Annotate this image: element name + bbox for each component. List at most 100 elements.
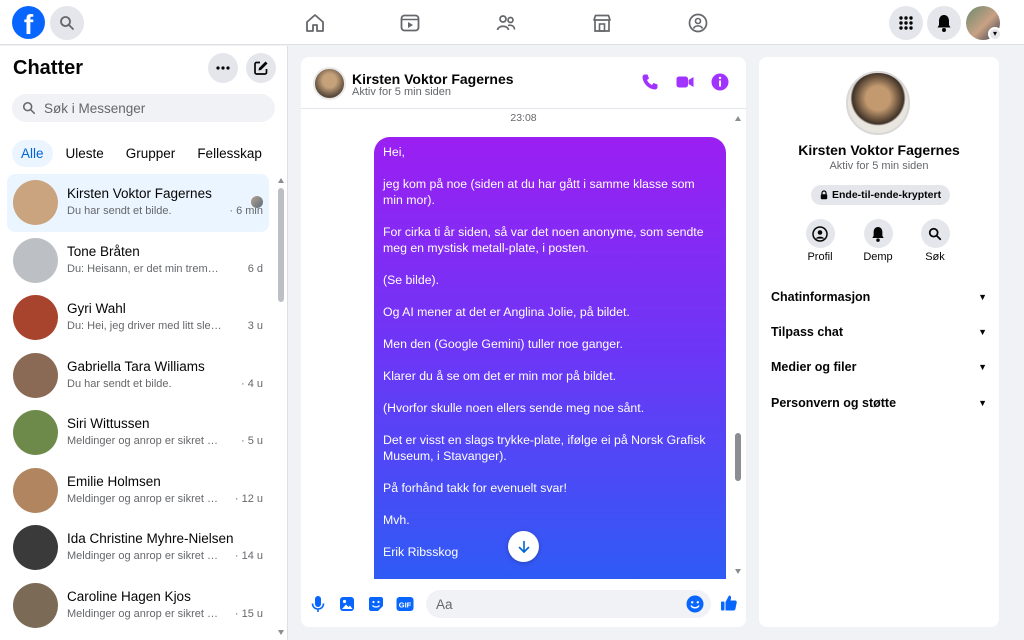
- options-button[interactable]: [208, 53, 238, 83]
- chat-item-gyri[interactable]: Gyri Wahl Du: Hei, jeg driver med litt s…: [7, 289, 269, 347]
- more-options-icon: [216, 66, 230, 70]
- chat-name: Kirsten Voktor Fagernes: [67, 186, 212, 201]
- scroll-up-arrow[interactable]: [735, 116, 741, 121]
- section-label: Personvern og støtte: [771, 396, 897, 410]
- message-input[interactable]: Aa: [426, 590, 711, 618]
- voice-clip-button[interactable]: [309, 595, 327, 613]
- gif-icon: GIF: [396, 597, 414, 611]
- sidebar-title: Chatter: [13, 57, 84, 79]
- search-action-label: Søk: [925, 251, 945, 263]
- emoji-icon[interactable]: [686, 595, 704, 613]
- chat-name: Caroline Hagen Kjos: [67, 588, 191, 604]
- details-contact-name: Kirsten Voktor Fagernes: [798, 142, 960, 158]
- section-chat-info[interactable]: Chatinformasjon ▼: [771, 287, 987, 307]
- filter-communities[interactable]: Fellesskap: [188, 140, 271, 167]
- new-message-button[interactable]: [246, 53, 276, 83]
- chat-list: Kirsten Voktor Fagernes Du har sendt et …: [7, 174, 269, 634]
- like-button[interactable]: [719, 593, 739, 613]
- details-contact-status: Aktiv for 5 min siden: [829, 160, 929, 172]
- nav-home[interactable]: [303, 11, 327, 35]
- nav-marketplace[interactable]: [590, 11, 614, 35]
- filter-all[interactable]: Alle: [12, 140, 53, 167]
- chat-item-kirsten[interactable]: Kirsten Voktor Fagernes Du har sendt et …: [7, 174, 269, 232]
- message-paragraph: Klarer du å se om det er min mor på bild…: [383, 369, 617, 383]
- encryption-badge[interactable]: Ende-til-ende-kryptert: [811, 185, 951, 205]
- seen-avatar: [251, 196, 263, 208]
- chat-item-ida[interactable]: Ida Christine Myhre-Nielsen Meldinger og…: [7, 519, 269, 577]
- message-paragraph: Det er visst en slags trykke-plate, iføl…: [383, 433, 706, 463]
- nav-groups[interactable]: [686, 11, 710, 35]
- chat-name: Gyri Wahl: [67, 301, 126, 316]
- chats-sidebar: Chatter Søk i Messenger Alle Uleste Grup…: [0, 46, 288, 640]
- search-icon: [22, 101, 36, 115]
- scroll-to-bottom-button[interactable]: [508, 531, 539, 562]
- chat-item-tone[interactable]: Tone Bråten Du: Heisann, er det min trem…: [7, 232, 269, 290]
- conversation-info-button[interactable]: [710, 72, 730, 92]
- marketplace-icon: [593, 14, 611, 32]
- contact-name[interactable]: Kirsten Voktor Fagernes: [352, 71, 514, 87]
- chat-item-gabriella[interactable]: Gabriella Tara Williams Du har sendt et …: [7, 347, 269, 405]
- profile-icon: [812, 225, 828, 242]
- search-button[interactable]: [50, 6, 84, 40]
- groups-icon: [688, 13, 708, 33]
- avatar: [13, 295, 58, 340]
- gif-button[interactable]: GIF: [396, 595, 414, 613]
- section-privacy-support[interactable]: Personvern og støtte ▼: [771, 393, 987, 413]
- microphone-icon: [311, 596, 325, 612]
- scroll-down-arrow[interactable]: [278, 630, 284, 635]
- nav-friends[interactable]: [494, 11, 518, 35]
- chat-item-emilie[interactable]: Emilie Holmsen Meldinger og anrop er sik…: [7, 462, 269, 520]
- chat-preview: Du har sendt et bilde. · 4 u: [67, 377, 263, 390]
- profile-action-label: Profil: [807, 251, 833, 263]
- mute-action[interactable]: Demp: [853, 219, 903, 263]
- top-navigation-bar: f ▾: [0, 0, 1024, 45]
- chat-name: Tone Bråten: [67, 243, 140, 259]
- nav-video[interactable]: [398, 11, 422, 35]
- facebook-logo[interactable]: f: [12, 6, 45, 39]
- chat-preview: Du: Hei, jeg driver med litt slektsfo...…: [67, 320, 263, 332]
- menu-button[interactable]: [889, 6, 923, 40]
- home-icon: [306, 14, 324, 32]
- arrow-down-icon: [518, 540, 529, 553]
- notifications-button[interactable]: [927, 6, 961, 40]
- sticker-button[interactable]: [367, 595, 385, 613]
- section-media-files[interactable]: Medier og filer ▼: [771, 357, 987, 377]
- scroll-down-arrow[interactable]: [735, 569, 741, 574]
- avatar: [13, 237, 58, 283]
- messenger-search-input[interactable]: Søk i Messenger: [12, 94, 275, 122]
- chevron-down-icon[interactable]: ▾: [988, 27, 1002, 41]
- chat-item-siri[interactable]: Siri Wittussen Meldinger og anrop er sik…: [7, 404, 269, 462]
- voice-call-button[interactable]: [640, 72, 660, 92]
- message-input-placeholder: Aa: [436, 596, 453, 612]
- chat-preview: Meldinger og anrop er sikret me... · 15 u: [67, 607, 263, 620]
- conversation-header: Kirsten Voktor Fagernes Aktiv for 5 min …: [301, 57, 746, 109]
- conversation-scrollbar[interactable]: [735, 433, 741, 481]
- video-call-button[interactable]: [675, 72, 695, 92]
- search-action[interactable]: Søk: [910, 219, 960, 263]
- section-label: Chatinformasjon: [771, 290, 871, 304]
- message-paragraph: jeg kom på noe (siden at du har gått i s…: [383, 177, 695, 207]
- avatar: [13, 410, 58, 455]
- video-icon: [400, 14, 420, 32]
- message-paragraph: (Se bilde).: [383, 273, 440, 287]
- sidebar-scrollbar[interactable]: [278, 188, 284, 302]
- filter-groups[interactable]: Grupper: [117, 140, 185, 167]
- attach-photo-button[interactable]: [338, 595, 356, 613]
- message-timestamp: 23:08: [510, 112, 537, 124]
- section-customize-chat[interactable]: Tilpass chat ▼: [771, 322, 987, 342]
- filter-unread[interactable]: Uleste: [57, 140, 113, 167]
- info-icon: [711, 73, 729, 91]
- scroll-up-arrow[interactable]: [278, 178, 284, 183]
- message-bubble[interactable]: Hei, jeg kom på noe (siden at du har gåt…: [374, 137, 726, 579]
- avatar: [13, 525, 58, 570]
- avatar[interactable]: [313, 67, 346, 100]
- avatar[interactable]: [846, 71, 910, 135]
- conversation-details-panel: Kirsten Voktor Fagernes Aktiv for 5 min …: [759, 57, 999, 627]
- chat-item-caroline[interactable]: Caroline Hagen Kjos Meldinger og anrop e…: [7, 577, 269, 635]
- profile-action[interactable]: Profil: [795, 219, 845, 263]
- avatar: [13, 582, 58, 628]
- thumbs-up-icon: [721, 595, 737, 611]
- chat-name: Ida Christine Myhre-Nielsen: [67, 531, 234, 546]
- chat-preview: Meldinger og anrop er sikret med ...· 5 …: [67, 435, 263, 447]
- message-paragraph: Hei,: [383, 145, 405, 159]
